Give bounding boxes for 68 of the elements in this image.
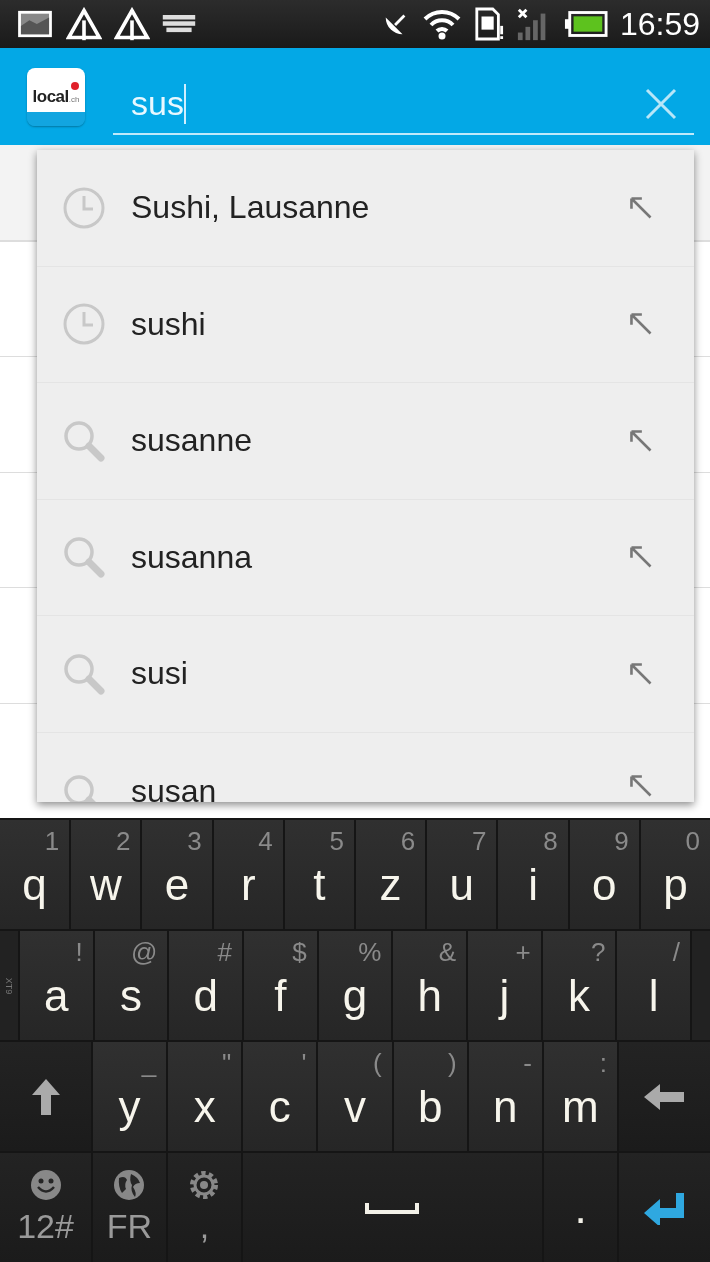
alert-triangle-icon — [66, 7, 102, 41]
key[interactable]: - n — [468, 1042, 542, 1151]
gear-icon — [188, 1169, 221, 1201]
key[interactable]: 9 o — [569, 820, 639, 929]
key[interactable]: ( v — [318, 1042, 392, 1151]
logo-suffix: .ch — [68, 94, 80, 104]
enter-arrow-icon — [642, 1190, 687, 1225]
period-key[interactable]: . — [544, 1153, 617, 1262]
key[interactable]: 5 t — [284, 820, 354, 929]
key[interactable]: + j — [468, 931, 541, 1040]
suggestion-item[interactable]: susanne — [37, 383, 694, 500]
key[interactable]: 3 e — [142, 820, 212, 929]
key[interactable]: _ y — [93, 1042, 167, 1151]
space-bar-icon — [365, 1200, 420, 1215]
clock-time: 16:59 — [619, 5, 700, 43]
search-icon — [62, 535, 106, 580]
key[interactable]: ! a — [20, 931, 93, 1040]
sim-card-alert-icon — [473, 7, 504, 41]
search-value: sus — [131, 84, 184, 123]
smiley-icon — [29, 1169, 62, 1201]
battery-icon — [563, 10, 608, 38]
image-icon — [16, 9, 54, 39]
logo-text: local — [32, 86, 69, 107]
key[interactable]: : m — [543, 1042, 617, 1151]
key[interactable]: ' c — [243, 1042, 317, 1151]
suggestion-item[interactable]: susanna — [37, 499, 694, 616]
key[interactable]: ) b — [393, 1042, 467, 1151]
key[interactable]: " x — [168, 1042, 242, 1151]
fill-query-arrow-icon[interactable] — [628, 194, 654, 221]
keyboard-icon — [162, 15, 196, 33]
input-mode-label: XT9 — [4, 977, 14, 994]
fill-query-arrow-icon[interactable] — [628, 427, 654, 454]
text-cursor — [183, 83, 186, 124]
alert-triangle-icon — [114, 7, 150, 41]
key[interactable]: & h — [393, 931, 467, 1040]
language-key[interactable]: FR — [93, 1153, 166, 1262]
clock-icon — [62, 302, 106, 347]
key[interactable]: 1 q — [0, 820, 70, 929]
suggestion-item[interactable]: Sushi, Lausanne — [37, 150, 694, 267]
backspace-key[interactable] — [619, 1042, 710, 1151]
clock-icon — [62, 185, 106, 230]
fill-query-arrow-icon[interactable] — [628, 772, 654, 799]
globe-icon — [113, 1169, 146, 1201]
fill-query-arrow-icon[interactable] — [628, 660, 654, 687]
key[interactable]: # d — [169, 931, 242, 1040]
key[interactable]: $ f — [244, 931, 317, 1040]
enter-key[interactable] — [619, 1153, 710, 1262]
key[interactable]: / l — [617, 931, 691, 1040]
settings-key[interactable]: , — [167, 1153, 241, 1262]
key[interactable]: 6 z — [356, 820, 426, 929]
search-icon — [62, 418, 106, 463]
suggestion-item[interactable]: susi — [37, 616, 694, 733]
close-icon[interactable] — [644, 86, 678, 121]
key[interactable]: 0 p — [640, 820, 710, 929]
key[interactable]: @ s — [94, 931, 168, 1040]
suggestion-item[interactable]: sushi — [37, 266, 694, 383]
search-icon — [62, 651, 106, 696]
left-arrow-icon — [642, 1081, 687, 1112]
wifi-icon — [421, 8, 462, 40]
symbols-key[interactable]: 12# — [0, 1153, 91, 1262]
key[interactable]: 8 i — [498, 820, 568, 929]
key[interactable]: 7 u — [427, 820, 497, 929]
key[interactable]: 2 w — [71, 820, 141, 929]
shift-key[interactable] — [0, 1042, 91, 1151]
logo-dot — [71, 81, 79, 90]
key[interactable]: % g — [318, 931, 392, 1040]
key[interactable]: ? k — [542, 931, 616, 1040]
key[interactable]: 4 r — [213, 820, 283, 929]
